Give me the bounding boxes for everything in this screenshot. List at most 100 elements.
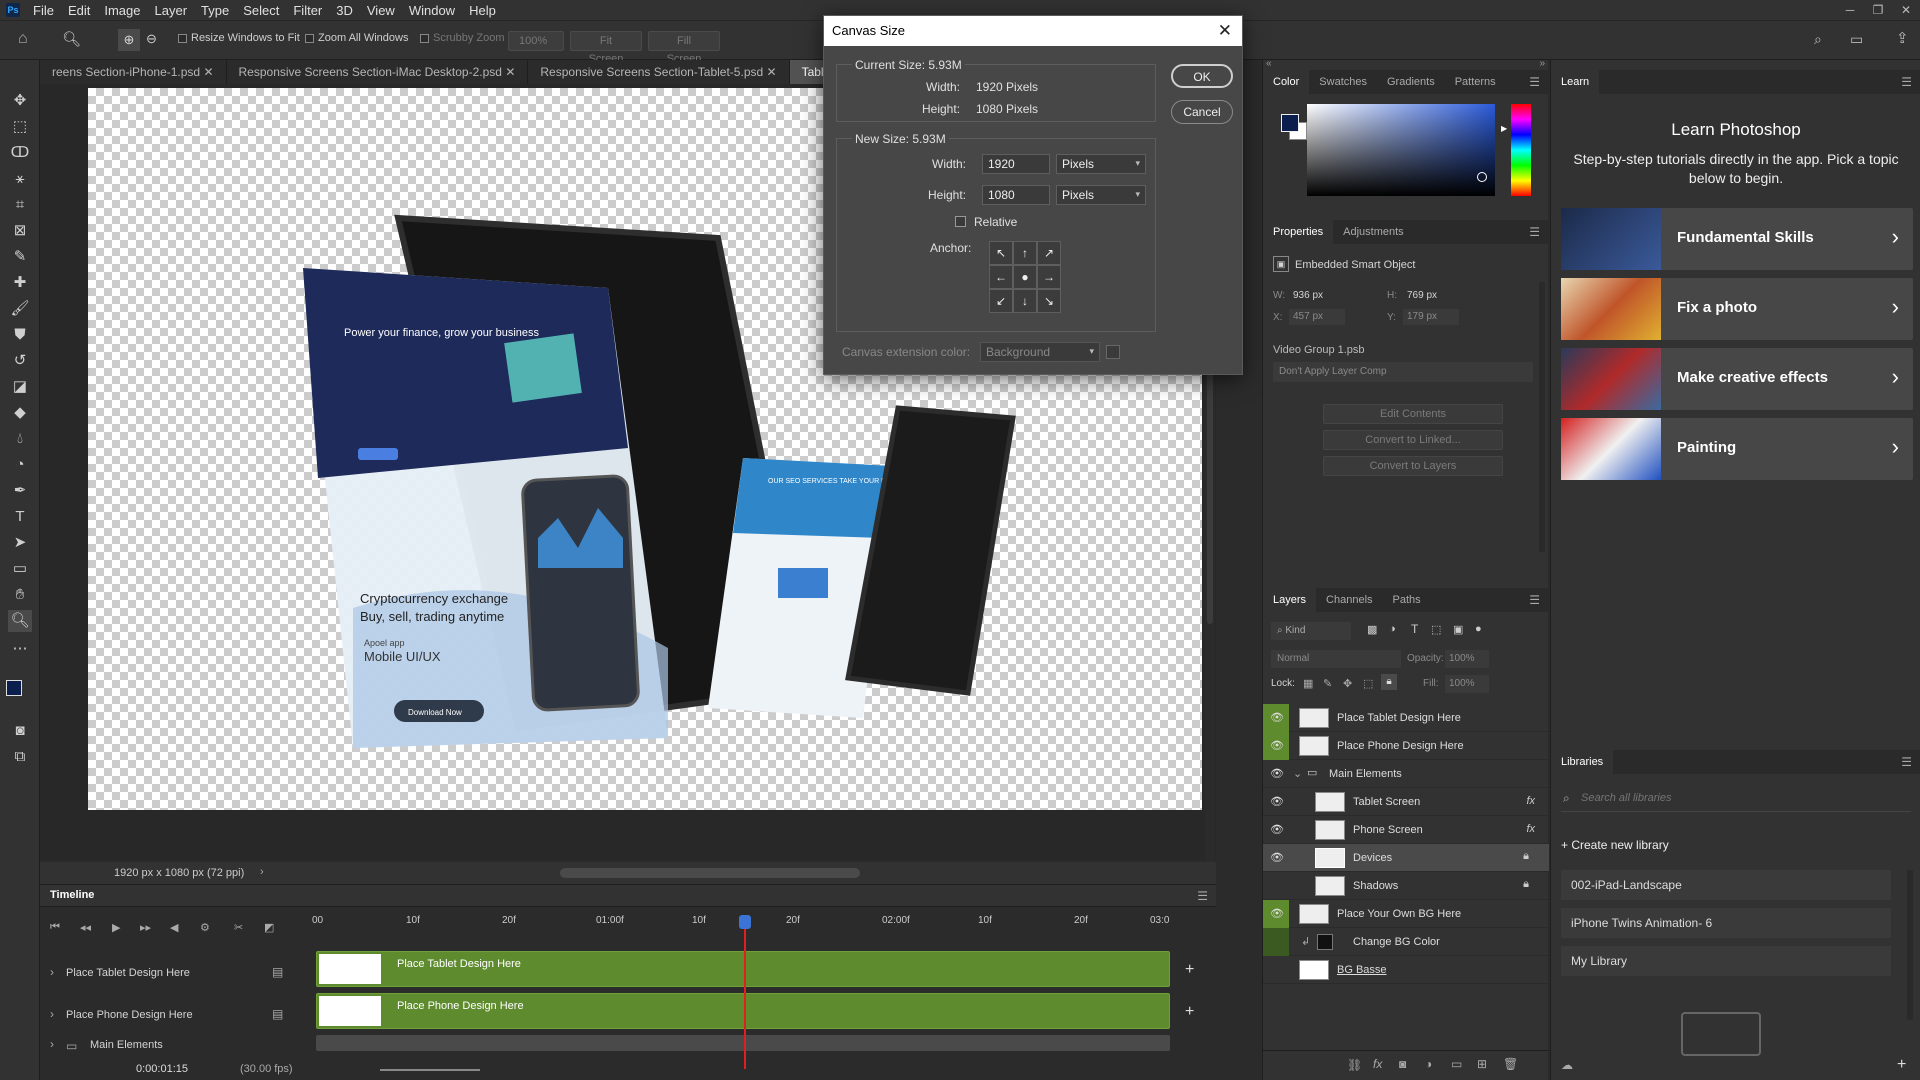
layer-row[interactable]: 👁︎ Tablet Screen fx	[1263, 788, 1549, 816]
scrubby-zoom-checkbox[interactable]	[420, 33, 429, 43]
lasso-tool-icon[interactable]: ↀ	[8, 142, 32, 164]
height-input[interactable]: 1080	[982, 185, 1050, 205]
panel-menu-icon[interactable]: ☰	[1529, 593, 1540, 607]
eye-icon[interactable]: 👁︎	[1269, 822, 1285, 838]
brush-tool-icon[interactable]: 🖌︎	[8, 298, 32, 320]
tab-learn[interactable]: Learn	[1551, 70, 1600, 94]
adjustment-layer-icon[interactable]: ◑	[1425, 1057, 1432, 1071]
tab-swatches[interactable]: Swatches	[1309, 70, 1377, 94]
tab-color[interactable]: Color	[1263, 70, 1310, 94]
panel-menu-icon[interactable]: ☰	[1529, 75, 1540, 89]
anchor-top-right[interactable]: ↗	[1037, 241, 1061, 265]
height-unit-select[interactable]: Pixels ▾	[1056, 185, 1146, 205]
menu-view[interactable]: View	[360, 3, 402, 18]
visibility-toggle[interactable]: 👁︎	[1263, 900, 1289, 928]
menu-type[interactable]: Type	[194, 3, 236, 18]
zoom-out-icon[interactable]: ⊖	[146, 31, 157, 47]
film-icon[interactable]: ▤	[272, 1007, 283, 1021]
adjustment-filter-icon[interactable]: ◑	[1389, 623, 1396, 635]
relative-checkbox[interactable]	[955, 216, 966, 227]
add-element-icon[interactable]: +	[1897, 1056, 1906, 1074]
foreground-color-chip[interactable]	[1281, 114, 1299, 132]
learn-card-painting[interactable]: Painting ›	[1561, 418, 1913, 480]
pixel-filter-icon[interactable]: ▩	[1367, 623, 1377, 636]
pen-tool-icon[interactable]: ✒	[8, 480, 32, 502]
type-filter-icon[interactable]: T	[1411, 622, 1418, 636]
layer-row-selected[interactable]: 👁︎ Devices 🔒︎	[1263, 844, 1549, 872]
blur-tool-icon[interactable]: 💧︎	[8, 428, 32, 450]
fx-icon[interactable]: fx	[1526, 823, 1535, 835]
crop-tool-icon[interactable]: ⌗	[8, 194, 32, 216]
tab-adjustments[interactable]: Adjustments	[1333, 220, 1414, 244]
workspace-icon[interactable]: ▭	[1850, 31, 1863, 48]
close-icon[interactable]: ✕	[1218, 16, 1232, 46]
zoom-all-checkbox[interactable]	[305, 33, 314, 43]
visibility-toggle[interactable]: 👁︎	[1263, 704, 1289, 732]
anchor-left[interactable]: ←	[989, 265, 1013, 289]
extension-color-swatch[interactable]	[1106, 345, 1120, 359]
menu-file[interactable]: File	[26, 3, 61, 18]
library-item[interactable]: 002-iPad-Landscape	[1561, 870, 1891, 900]
lock-transparency-icon[interactable]: ▦	[1303, 677, 1313, 690]
properties-scrollbar[interactable]	[1539, 282, 1545, 552]
paint-bucket-tool-icon[interactable]: ◆	[8, 402, 32, 424]
settings-gear-icon[interactable]: ⚙	[200, 921, 210, 934]
tab-libraries[interactable]: Libraries	[1551, 750, 1614, 774]
close-icon[interactable]: ✕	[505, 65, 515, 79]
rectangle-tool-icon[interactable]: ▭	[8, 558, 32, 580]
eye-icon[interactable]: 👁︎	[1269, 766, 1285, 782]
tab-channels[interactable]: Channels	[1316, 588, 1382, 612]
blend-mode-select[interactable]: Normal	[1271, 650, 1401, 668]
convert-to-layers-button[interactable]: Convert to Layers	[1323, 456, 1503, 476]
chevron-right-icon[interactable]: ›	[260, 866, 264, 878]
menu-edit[interactable]: Edit	[61, 3, 97, 18]
anchor-bottom-left[interactable]: ↙	[989, 289, 1013, 313]
layer-row[interactable]: ↲ Change BG Color	[1263, 928, 1549, 956]
ok-button[interactable]: OK	[1171, 64, 1233, 88]
play-icon[interactable]: ▶	[112, 921, 120, 934]
panel-menu-icon[interactable]: ☰	[1197, 889, 1208, 903]
menu-help[interactable]: Help	[462, 3, 503, 18]
cloud-sync-icon[interactable]: ☁	[1561, 1058, 1573, 1072]
fx-icon[interactable]: fx	[1526, 795, 1535, 807]
cancel-button[interactable]: Cancel	[1171, 100, 1233, 124]
collapse-icon[interactable]: «	[1266, 58, 1272, 69]
h-value[interactable]: 769 px	[1407, 290, 1437, 301]
x-value[interactable]: 457 px	[1289, 309, 1345, 325]
anchor-bottom-right[interactable]: ↘	[1037, 289, 1061, 313]
new-layer-icon[interactable]: ⊞	[1477, 1057, 1487, 1071]
layer-row[interactable]: BG Basse	[1263, 956, 1549, 984]
timeline-clip-tablet[interactable]: Place Tablet Design Here	[316, 951, 1170, 987]
chevron-right-icon[interactable]: ›	[50, 1007, 54, 1021]
hue-slider[interactable]	[1511, 104, 1531, 196]
layer-row[interactable]: 👁︎ Place Your Own BG Here	[1263, 900, 1549, 928]
menu-3d[interactable]: 3D	[329, 3, 360, 18]
horizontal-scrollbar-thumb[interactable]	[560, 868, 860, 878]
library-item[interactable]: iPhone Twins Animation- 6	[1561, 908, 1891, 938]
share-icon[interactable]: ⇪	[1896, 29, 1909, 47]
dodge-tool-icon[interactable]: ◔	[8, 454, 32, 476]
shape-filter-icon[interactable]: ⬚	[1431, 623, 1441, 636]
link-layers-icon[interactable]: ⛓	[1347, 1058, 1362, 1072]
layer-row[interactable]: 👁︎ Phone Screen fx	[1263, 816, 1549, 844]
filter-kind-select[interactable]: ⌕ Kind	[1271, 622, 1351, 640]
chevron-right-icon[interactable]: ›	[50, 965, 54, 979]
stamp-tool-icon[interactable]: ⛊	[8, 324, 32, 346]
layer-row[interactable]: Shadows 🔒︎	[1263, 872, 1549, 900]
lock-position-icon[interactable]: ✥	[1343, 677, 1352, 690]
smart-object-filter-icon[interactable]: ▣	[1453, 623, 1463, 636]
menu-select[interactable]: Select	[236, 3, 286, 18]
frame-tool-icon[interactable]: ⊠	[8, 220, 32, 242]
type-tool-icon[interactable]: T	[8, 506, 32, 528]
tab-properties[interactable]: Properties	[1263, 220, 1334, 244]
tab-imac[interactable]: Responsive Screens Section-iMac Desktop-…	[226, 60, 529, 84]
search-icon[interactable]: ⌕	[1814, 31, 1822, 48]
tab-gradients[interactable]: Gradients	[1377, 70, 1445, 94]
resize-windows-checkbox[interactable]	[178, 33, 187, 43]
restore-button[interactable]: ❐	[1864, 0, 1892, 20]
menu-layer[interactable]: Layer	[148, 3, 195, 18]
libraries-scrollbar[interactable]	[1907, 870, 1913, 1020]
layer-row[interactable]: 👁︎ Place Phone Design Here	[1263, 732, 1549, 760]
next-frame-icon[interactable]: ▸▸	[140, 921, 151, 934]
tab-patterns[interactable]: Patterns	[1445, 70, 1506, 94]
